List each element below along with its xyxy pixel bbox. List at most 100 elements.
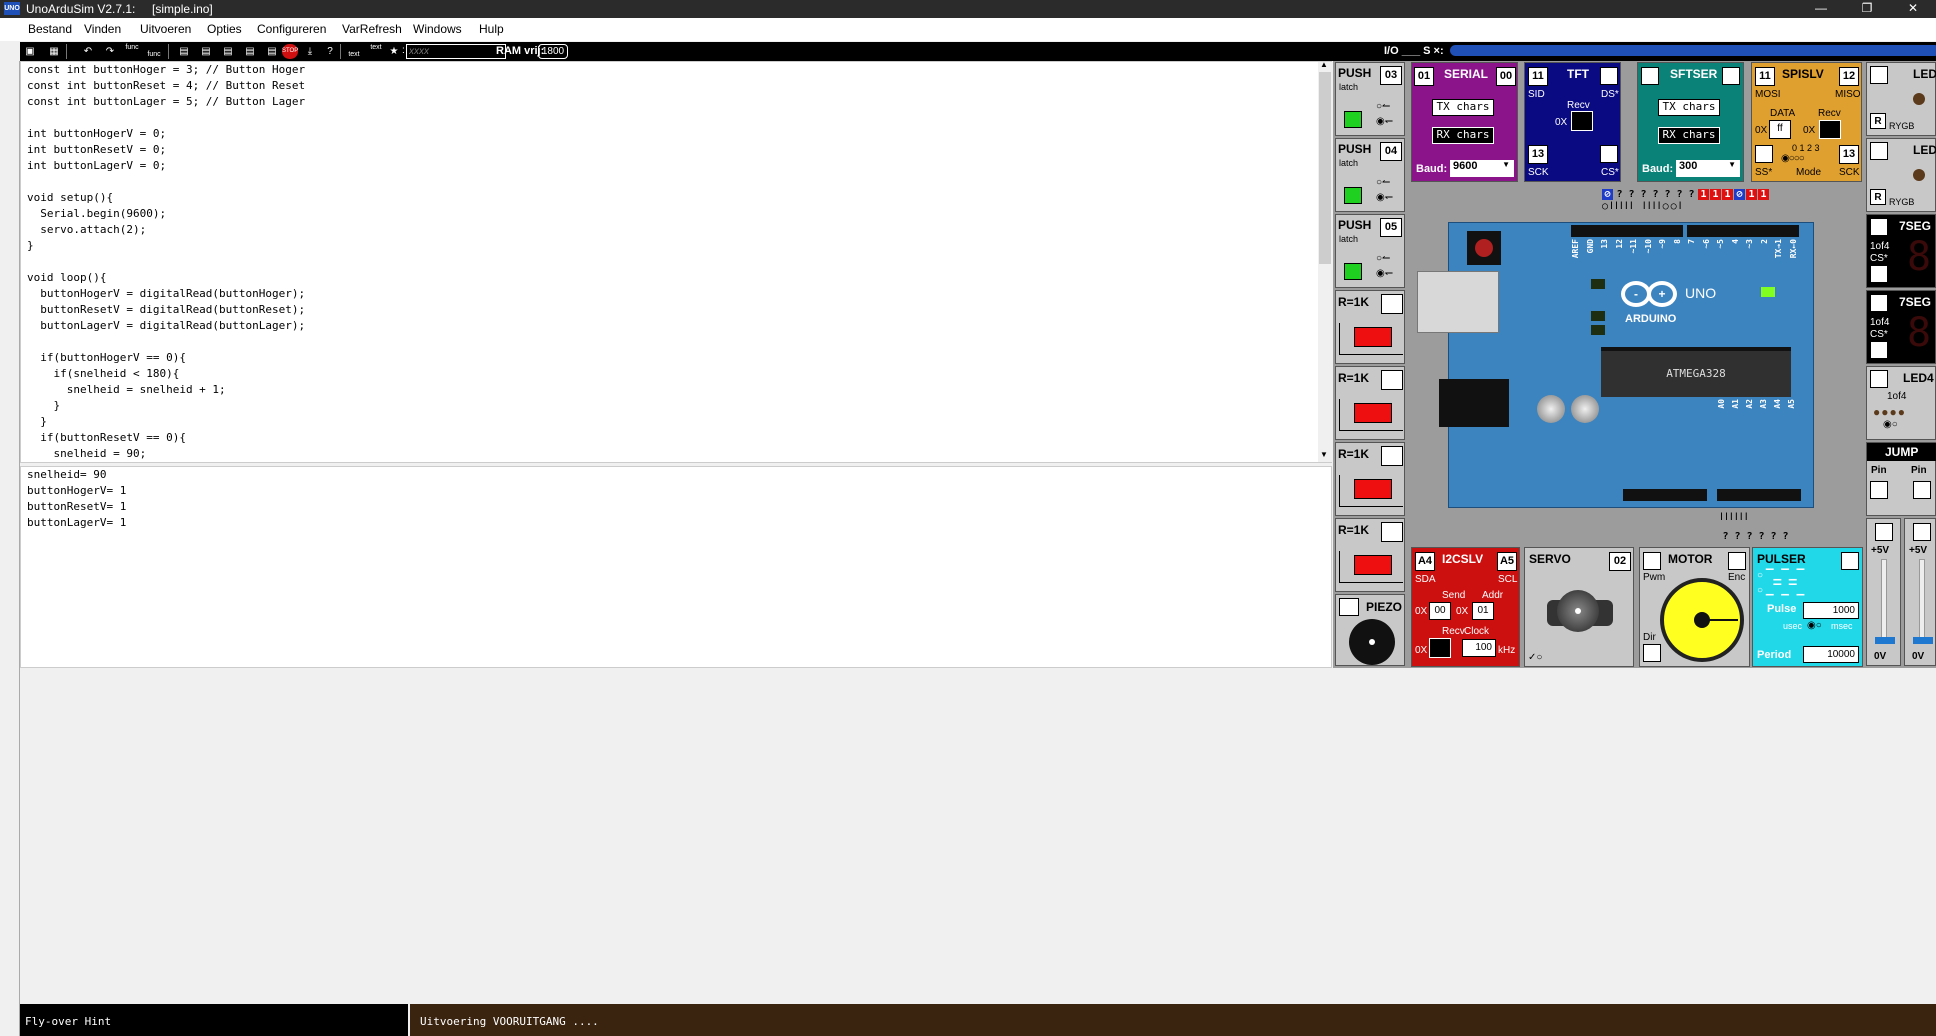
- push-pin[interactable]: 03: [1380, 66, 1402, 85]
- mode-radio-icon[interactable]: ○↼: [1376, 177, 1390, 188]
- led4-pin[interactable]: [1870, 370, 1888, 388]
- resistor-pin[interactable]: [1381, 446, 1403, 466]
- reset-button[interactable]: [1467, 231, 1501, 265]
- pot-slider[interactable]: [1875, 637, 1895, 644]
- code-line[interactable]: }: [27, 414, 1331, 430]
- run-until-icon[interactable]: ▤: [220, 44, 236, 59]
- spi-sck-pin[interactable]: 13: [1839, 145, 1859, 164]
- led4-device[interactable]: LED4 1of4 ●●●● ◉○: [1866, 366, 1936, 440]
- code-line[interactable]: buttonResetV = digitalRead(buttonReset);: [27, 302, 1331, 318]
- code-line[interactable]: snelheid = snelheid + 1;: [27, 382, 1331, 398]
- seven-segment-1[interactable]: 7SEG 1of4 CS* 8: [1866, 214, 1936, 288]
- pulse-width-value[interactable]: 1000: [1803, 602, 1859, 619]
- piezo-device[interactable]: PIEZO: [1335, 594, 1405, 666]
- tft-ds-pin[interactable]: [1600, 67, 1618, 85]
- tft-device[interactable]: 11 TFT SID DS* Recv 0X 13 SCK CS*: [1524, 62, 1621, 182]
- resistor-pin[interactable]: [1381, 522, 1403, 542]
- pot-slider[interactable]: [1913, 637, 1933, 644]
- led4-radio-icon[interactable]: ◉○: [1883, 419, 1898, 430]
- code-line[interactable]: snelheid = 90;: [27, 446, 1331, 462]
- i2c-send-value[interactable]: 00: [1429, 602, 1451, 620]
- motor-dir-pin[interactable]: [1643, 644, 1661, 662]
- serial-rx-pin[interactable]: 01: [1414, 67, 1434, 86]
- code-line[interactable]: }: [27, 238, 1331, 254]
- sftser-tx-field[interactable]: TX chars: [1658, 99, 1720, 116]
- resistor-pin[interactable]: [1381, 370, 1403, 390]
- potentiometer-2[interactable]: +5V 0V: [1904, 518, 1936, 666]
- io-speed-slider[interactable]: [1450, 45, 1936, 56]
- led-pin[interactable]: [1870, 142, 1888, 160]
- code-line[interactable]: int buttonHogerV = 0;: [27, 126, 1331, 142]
- serial-device[interactable]: 01 SERIAL 00 TX chars RX chars Baud: 960…: [1411, 62, 1518, 182]
- mode-radio-icon[interactable]: ○↼: [1376, 101, 1390, 112]
- save-icon[interactable]: ▦: [46, 44, 62, 59]
- softserial-device[interactable]: SFTSER TX chars RX chars Baud: 300 ▼: [1637, 62, 1744, 182]
- push-button-key[interactable]: [1344, 263, 1362, 280]
- menu-configureren[interactable]: Configureren: [257, 22, 326, 36]
- run-icon[interactable]: ▤: [242, 44, 258, 59]
- menu-opties[interactable]: Opties: [207, 22, 242, 36]
- code-line[interactable]: [27, 254, 1331, 270]
- motor-pwm-pin[interactable]: [1643, 552, 1661, 570]
- mode-radio-icon[interactable]: ◉↽: [1376, 268, 1393, 279]
- code-text[interactable]: const int buttonHoger = 3; // Button Hog…: [21, 62, 1331, 462]
- spi-miso-pin[interactable]: 12: [1839, 67, 1859, 86]
- mode-radio-icon[interactable]: ◉○○○: [1781, 153, 1805, 164]
- code-line[interactable]: void setup(){: [27, 190, 1331, 206]
- jumper-device[interactable]: JUMP Pin Pin: [1866, 442, 1936, 516]
- download-icon[interactable]: ⤓: [302, 44, 318, 59]
- pot-pin[interactable]: [1913, 523, 1931, 541]
- servo-pin[interactable]: 02: [1609, 552, 1631, 571]
- code-line[interactable]: if(buttonResetV == 0){: [27, 430, 1331, 446]
- code-line[interactable]: }: [27, 398, 1331, 414]
- led-device-1[interactable]: LED R RYGB: [1866, 62, 1936, 136]
- code-line[interactable]: servo.attach(2);: [27, 222, 1331, 238]
- code-line[interactable]: const int buttonReset = 4; // Button Res…: [27, 78, 1331, 94]
- led-color-select[interactable]: R: [1870, 113, 1886, 129]
- pulse-shape-icon[interactable]: ○ ▔▁▔▁▔: [1757, 570, 1804, 581]
- servo-check-icon[interactable]: ✓○: [1528, 652, 1542, 663]
- code-line[interactable]: Serial.begin(9600);: [27, 206, 1331, 222]
- code-line[interactable]: int buttonResetV = 0;: [27, 142, 1331, 158]
- menu-vinden[interactable]: Vinden: [84, 22, 121, 36]
- jump-pin-1[interactable]: [1870, 481, 1888, 499]
- menu-uitvoeren[interactable]: Uitvoeren: [140, 22, 191, 36]
- serial-tx-pin[interactable]: 00: [1496, 67, 1516, 86]
- close-icon[interactable]: ✕: [1890, 0, 1936, 18]
- code-line[interactable]: [27, 334, 1331, 350]
- i2c-sda-pin[interactable]: A4: [1415, 552, 1435, 571]
- 7seg-pin[interactable]: [1870, 294, 1888, 312]
- tft-cs-pin[interactable]: [1600, 145, 1618, 163]
- resistor-switch-1[interactable]: R=1K: [1335, 290, 1405, 364]
- 7seg-pin[interactable]: [1870, 218, 1888, 236]
- pulse-shape-icon[interactable]: ○ ▁▔▁▔▁: [1757, 585, 1804, 596]
- step-out-func-icon[interactable]: func: [146, 44, 162, 59]
- servo-device[interactable]: SERVO 02 ✓○: [1524, 547, 1634, 667]
- code-line[interactable]: if(snelheid < 180){: [27, 366, 1331, 382]
- spi-ss-pin[interactable]: [1755, 145, 1773, 163]
- mode-radio-icon[interactable]: ○↼: [1376, 253, 1390, 264]
- sftser-baud-select[interactable]: 300 ▼: [1676, 160, 1740, 177]
- menu-hulp[interactable]: Hulp: [479, 22, 504, 36]
- 7seg-cs-pin[interactable]: [1870, 341, 1888, 359]
- sftser-rx-pin[interactable]: [1641, 67, 1659, 85]
- serial-rx-field[interactable]: RX chars: [1432, 127, 1494, 144]
- step-over-icon[interactable]: ▤: [176, 44, 192, 59]
- motor-enc-pin[interactable]: [1728, 552, 1746, 570]
- period-value[interactable]: 10000: [1803, 646, 1859, 663]
- code-line[interactable]: [27, 110, 1331, 126]
- step-into-func-icon[interactable]: func: [124, 44, 140, 59]
- text-down-icon[interactable]: text: [346, 44, 362, 59]
- push-pin[interactable]: 04: [1380, 142, 1402, 161]
- minimize-icon[interactable]: —: [1798, 0, 1844, 18]
- resistor-switch-4[interactable]: R=1K: [1335, 518, 1405, 592]
- seven-segment-2[interactable]: 7SEG 1of4 CS* 8: [1866, 290, 1936, 364]
- variables-pane[interactable]: snelheid= 90 buttonHogerV= 1 buttonResetV=…: [20, 466, 1332, 668]
- sftser-tx-pin[interactable]: [1722, 67, 1740, 85]
- pulser-device[interactable]: PULSER ○ ▔▁▔▁▔ ○ ▁▔▁▔▁ Pulse 1000 usec ◉…: [1752, 547, 1863, 667]
- push-button-key[interactable]: [1344, 111, 1362, 128]
- pot-pin[interactable]: [1875, 523, 1893, 541]
- spi-slave-device[interactable]: 11 SPISLV 12 MOSI MISO DATA Recv 0X ff 0…: [1751, 62, 1862, 182]
- led-pin[interactable]: [1870, 66, 1888, 84]
- led-device-2[interactable]: LED R RYGB: [1866, 138, 1936, 212]
